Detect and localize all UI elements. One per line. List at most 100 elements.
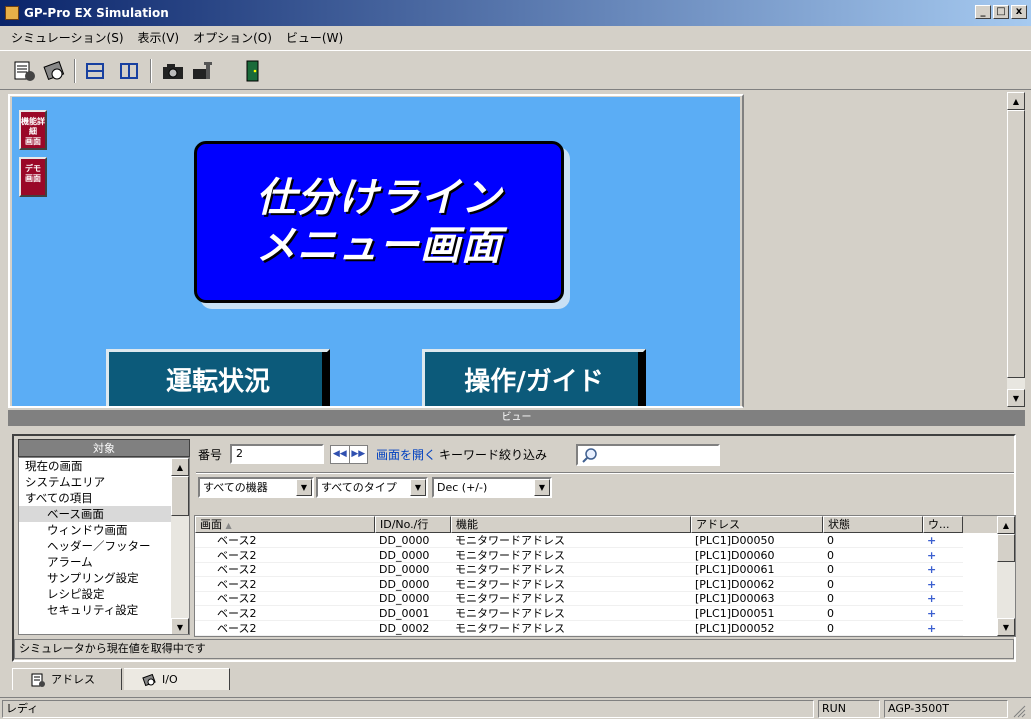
title-bar[interactable]: GP-Pro EX Simulation _ □ x: [0, 0, 1031, 26]
resize-grip-icon[interactable]: [1012, 704, 1026, 718]
object-list-item[interactable]: レシピ設定: [19, 586, 189, 602]
scroll-down-icon[interactable]: ▼: [997, 618, 1015, 636]
table-cell: 0: [823, 534, 923, 548]
object-list-item[interactable]: セキュリティ設定: [19, 602, 189, 618]
tab-io[interactable]: I/O: [124, 668, 230, 690]
table-cell: 0: [823, 592, 923, 607]
scroll-thumb[interactable]: [997, 534, 1015, 562]
table-row[interactable]: ベース2 DD_0000 モニタワードアドレス [PLC1]D00062 0 +: [195, 578, 1015, 592]
column-header-screen[interactable]: 画面 ▲: [195, 516, 375, 533]
exit-door-icon[interactable]: [240, 58, 266, 84]
chevron-down-icon: ▼: [296, 479, 312, 496]
open-screen-link[interactable]: 画面を開く: [376, 446, 436, 463]
number-field[interactable]: 2: [230, 444, 324, 464]
toolbar: [0, 50, 1031, 90]
object-list[interactable]: 現在の画面 システムエリア すべての項目 ベース画面 ウィンドウ画面 ヘッダー／フッターア…: [18, 457, 190, 635]
table-row[interactable]: ベース2 DD_0001 モニタワードアドレス [PLC1]D00051 0 +: [195, 607, 1015, 621]
address-icon: [31, 673, 45, 687]
scroll-down-icon[interactable]: ▼: [1007, 389, 1025, 407]
object-list-item[interactable]: アラーム: [19, 554, 189, 570]
object-list-scrollbar[interactable]: ▲ ▼: [171, 458, 189, 634]
object-list-item[interactable]: ウィンドウ画面: [19, 522, 189, 538]
object-list-item[interactable]: サンプリング設定: [19, 570, 189, 586]
detail-screen-button[interactable]: 機能詳細 画面: [19, 110, 47, 150]
table-cell: モニタワードアドレス: [451, 563, 691, 578]
menu-view[interactable]: 表示(V): [131, 29, 187, 46]
table-cell: [PLC1]D00061: [691, 563, 823, 578]
table-row[interactable]: ベース2 DD_0000 モニタワードアドレス [PLC1]D00060 0 +: [195, 549, 1015, 563]
column-header-function[interactable]: 機能: [451, 516, 691, 533]
column-header-status[interactable]: 状態: [823, 516, 923, 533]
table-cell: +: [923, 578, 963, 592]
object-list-item[interactable]: システムエリア: [19, 474, 189, 490]
minimize-button[interactable]: _: [975, 5, 991, 19]
object-list-item[interactable]: すべての項目: [19, 490, 189, 506]
prev-page-icon[interactable]: ◀◀: [331, 446, 350, 463]
table-cell: +: [923, 622, 963, 636]
scroll-thumb[interactable]: [171, 476, 189, 516]
table-row[interactable]: ベース2 DD_0000 モニタワードアドレス [PLC1]D00050 0 +: [195, 534, 1015, 548]
main-scrollbar[interactable]: ▲ ▼: [1007, 92, 1025, 407]
table-cell: ベース2: [195, 592, 375, 607]
table-row[interactable]: ベース2 DD_0000 モニタワードアドレス [PLC1]D00063 0 +: [195, 592, 1015, 607]
io-icon: [142, 673, 156, 686]
menu-window[interactable]: ビュー(W): [279, 29, 350, 46]
table-row[interactable]: ベース2 DD_0002 モニタワードアドレス [PLC1]D00052 0 +: [195, 622, 1015, 636]
tab-address[interactable]: アドレス: [12, 668, 122, 690]
status-bar: レディ RUN AGP-3500T: [0, 697, 1031, 719]
operation-status-button[interactable]: 運転状況: [106, 349, 330, 406]
split-horizontal-icon[interactable]: [82, 58, 108, 84]
format-select[interactable]: Dec (+/-) ▼: [432, 477, 552, 498]
table-cell: ベース2: [195, 622, 375, 636]
demo-screen-button[interactable]: デモ 画面: [19, 157, 47, 197]
menu-title-line1: 仕分けライン: [256, 175, 502, 221]
table-cell: 0: [823, 607, 923, 621]
table-cell: ベース2: [195, 607, 375, 621]
object-header: 対象: [18, 439, 190, 457]
scroll-up-icon[interactable]: ▲: [171, 458, 189, 476]
settings-tool-icon[interactable]: [190, 58, 216, 84]
simulation-screen[interactable]: 機能詳細 画面 デモ 画面 仕分けライン メニュー画面 運転状況 操作/ガイド: [12, 97, 740, 406]
menu-option[interactable]: オプション(O): [186, 29, 279, 46]
table-cell: +: [923, 549, 963, 563]
maximize-button[interactable]: □: [993, 5, 1009, 19]
camera-icon[interactable]: [160, 58, 186, 84]
keyword-label: キーワード絞り込み: [439, 448, 548, 462]
table-row[interactable]: ベース2 DD_0000 モニタワードアドレス [PLC1]D00061 0 +: [195, 563, 1015, 578]
scroll-down-icon[interactable]: ▼: [171, 618, 189, 634]
scroll-thumb[interactable]: [1007, 110, 1025, 378]
status-run: RUN: [818, 700, 880, 718]
search-icon: [582, 448, 597, 463]
split-vertical-icon[interactable]: [116, 58, 142, 84]
app-icon: [5, 6, 19, 20]
table-cell: [PLC1]D00051: [691, 607, 823, 621]
status-message: シミュレータから現在値を取得中です: [14, 639, 1014, 659]
table-scrollbar[interactable]: ▲ ▼: [997, 516, 1015, 636]
address-monitor-icon[interactable]: [12, 58, 38, 84]
scroll-up-icon[interactable]: ▲: [997, 516, 1015, 534]
table-cell: DD_0001: [375, 607, 451, 621]
view-splitter[interactable]: ビュー: [8, 410, 1025, 426]
object-list-item[interactable]: ヘッダー／フッター: [19, 538, 189, 554]
menu-simulation[interactable]: シミュレーション(S): [4, 29, 131, 46]
chevron-down-icon: ▼: [410, 479, 426, 496]
column-header-id[interactable]: ID/No./行: [375, 516, 451, 533]
keyword-field[interactable]: [576, 444, 720, 466]
column-header-w[interactable]: ウ...: [923, 516, 963, 533]
device-select[interactable]: すべての機器 ▼: [198, 477, 314, 498]
table-cell: ベース2: [195, 563, 375, 578]
table-cell: モニタワードアドレス: [451, 622, 691, 636]
table-cell: DD_0002: [375, 622, 451, 636]
object-list-item[interactable]: 現在の画面: [19, 458, 189, 474]
table-cell: 0: [823, 549, 923, 563]
chevron-down-icon: ▼: [534, 479, 550, 496]
address-table[interactable]: 画面 ▲ ID/No./行 機能 アドレス 状態 ウ... ベース2 DD_000…: [194, 515, 1016, 637]
column-header-address[interactable]: アドレス: [691, 516, 823, 533]
scroll-up-icon[interactable]: ▲: [1007, 92, 1025, 110]
next-page-icon[interactable]: ▶▶: [350, 446, 368, 463]
close-button[interactable]: x: [1011, 5, 1027, 19]
type-select[interactable]: すべてのタイプ ▼: [316, 477, 428, 498]
operation-guide-button[interactable]: 操作/ガイド: [422, 349, 646, 406]
io-monitor-icon[interactable]: [42, 58, 68, 84]
object-list-item[interactable]: ベース画面: [19, 506, 189, 522]
